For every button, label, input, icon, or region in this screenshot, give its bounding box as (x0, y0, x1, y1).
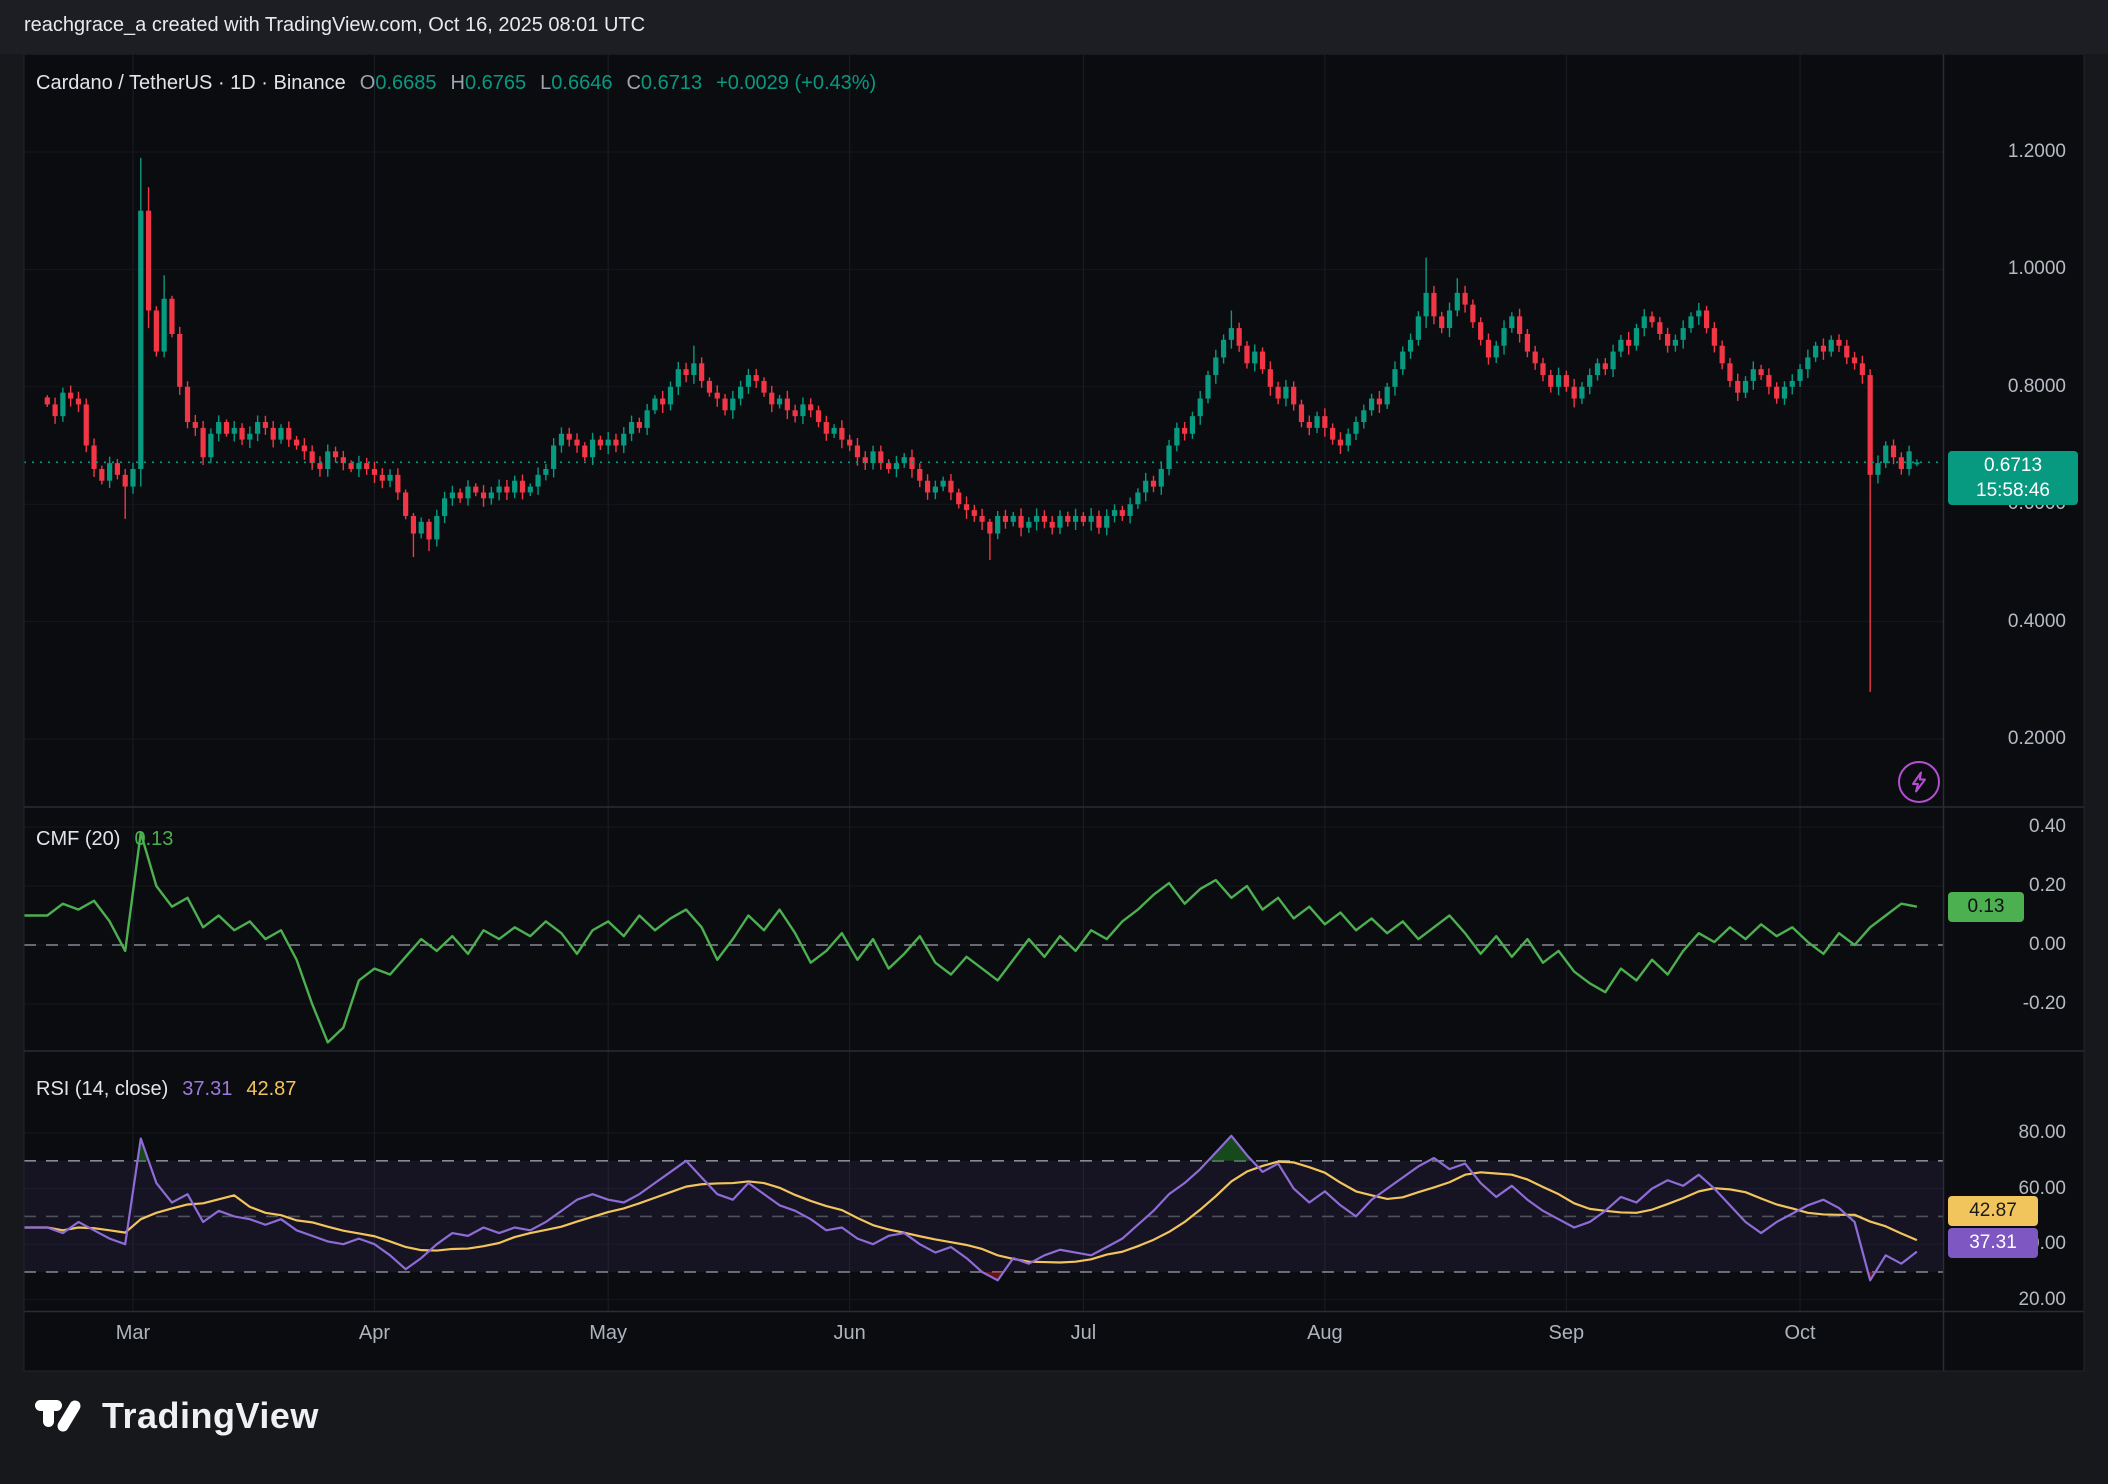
scale-tick-label: 20.00 (2018, 1289, 2066, 1311)
time-axis-month-label: Mar (116, 1322, 150, 1345)
scale-tick-label: 0.40 (2029, 816, 2066, 838)
high-value: 0.6765 (465, 72, 526, 94)
last-price-badge: 0.6713 15:58:46 (1948, 451, 2078, 505)
scale-tick-label: 1.2000 (2008, 141, 2066, 163)
ohlc-high: H0.6765 (451, 72, 527, 95)
rsi-last-value: 37.31 (182, 1078, 232, 1101)
open-label: O (360, 72, 376, 94)
close-label: C (626, 72, 640, 94)
rsi-ma-value: 42.87 (246, 1078, 296, 1101)
boost-button[interactable] (1898, 761, 1940, 803)
rsi-ma-badge: 42.87 (1948, 1196, 2038, 1226)
high-label: H (451, 72, 465, 94)
attribution-text: reachgrace_a created with TradingView.co… (24, 14, 645, 37)
last-price-value: 0.6713 (1984, 453, 2042, 478)
low-label: L (540, 72, 551, 94)
tradingview-wordmark: TradingView (102, 1395, 319, 1437)
cmf-badge-value: 0.13 (1968, 896, 2005, 918)
time-axis-month-label: Oct (1784, 1322, 1815, 1345)
symbol-legend: Cardano / TetherUS · 1D · Binance O0.668… (36, 72, 876, 95)
bar-countdown: 15:58:46 (1976, 478, 2050, 503)
cmf-title[interactable]: CMF (20) (36, 828, 120, 851)
cmf-legend: CMF (20) 0.13 (36, 828, 173, 851)
tradingview-logo-icon (34, 1394, 86, 1438)
scale-tick-label: 80.00 (2018, 1122, 2066, 1144)
time-axis-month-label: Apr (359, 1322, 390, 1345)
close-value: 0.6713 (641, 72, 702, 94)
low-value: 0.6646 (551, 72, 612, 94)
scale-tick-label: 1.0000 (2008, 258, 2066, 280)
right-price-scale[interactable]: 1.20001.00000.80000.60000.40000.20000.40… (1943, 54, 2084, 1371)
rsi-legend: RSI (14, close) 37.31 42.87 (36, 1078, 296, 1101)
time-axis-month-label: Sep (1549, 1322, 1585, 1345)
cmf-value-badge: 0.13 (1948, 892, 2024, 922)
rsi-value-badge: 37.31 (1948, 1228, 2038, 1258)
rsi-title[interactable]: RSI (14, close) (36, 1078, 168, 1101)
scale-tick-label: 0.8000 (2008, 376, 2066, 398)
chart-canvas[interactable] (0, 0, 2108, 1484)
symbol-title[interactable]: Cardano / TetherUS · 1D · Binance (36, 72, 346, 95)
time-scale[interactable]: Mar Apr May Jun Jul Aug Sep Oct (0, 1311, 1943, 1371)
lightning-icon (1907, 770, 1931, 794)
time-axis-month-label: Aug (1307, 1322, 1343, 1345)
scale-tick-label: 0.20 (2029, 875, 2066, 897)
ohlc-open: O0.6685 (360, 72, 437, 95)
scale-tick-label: 0.4000 (2008, 611, 2066, 633)
open-value: 0.6685 (375, 72, 436, 94)
rsi-ma-badge-value: 42.87 (1969, 1200, 2017, 1222)
scale-tick-label: 0.00 (2029, 934, 2066, 956)
cmf-last-value: 0.13 (134, 828, 173, 851)
scale-tick-label: -0.20 (2023, 993, 2066, 1015)
ohlc-low: L0.6646 (540, 72, 612, 95)
time-axis-month-label: Jul (1071, 1322, 1097, 1345)
attribution-bar: reachgrace_a created with TradingView.co… (0, 0, 2108, 54)
change-value: +0.0029 (+0.43%) (716, 72, 876, 95)
time-axis-month-label: May (589, 1322, 627, 1345)
time-axis-month-label: Jun (834, 1322, 866, 1345)
rsi-badge-value: 37.31 (1969, 1232, 2017, 1254)
ohlc-close: C0.6713 (626, 72, 702, 95)
tradingview-logo-link[interactable]: TradingView (34, 1394, 319, 1438)
scale-tick-label: 0.2000 (2008, 728, 2066, 750)
